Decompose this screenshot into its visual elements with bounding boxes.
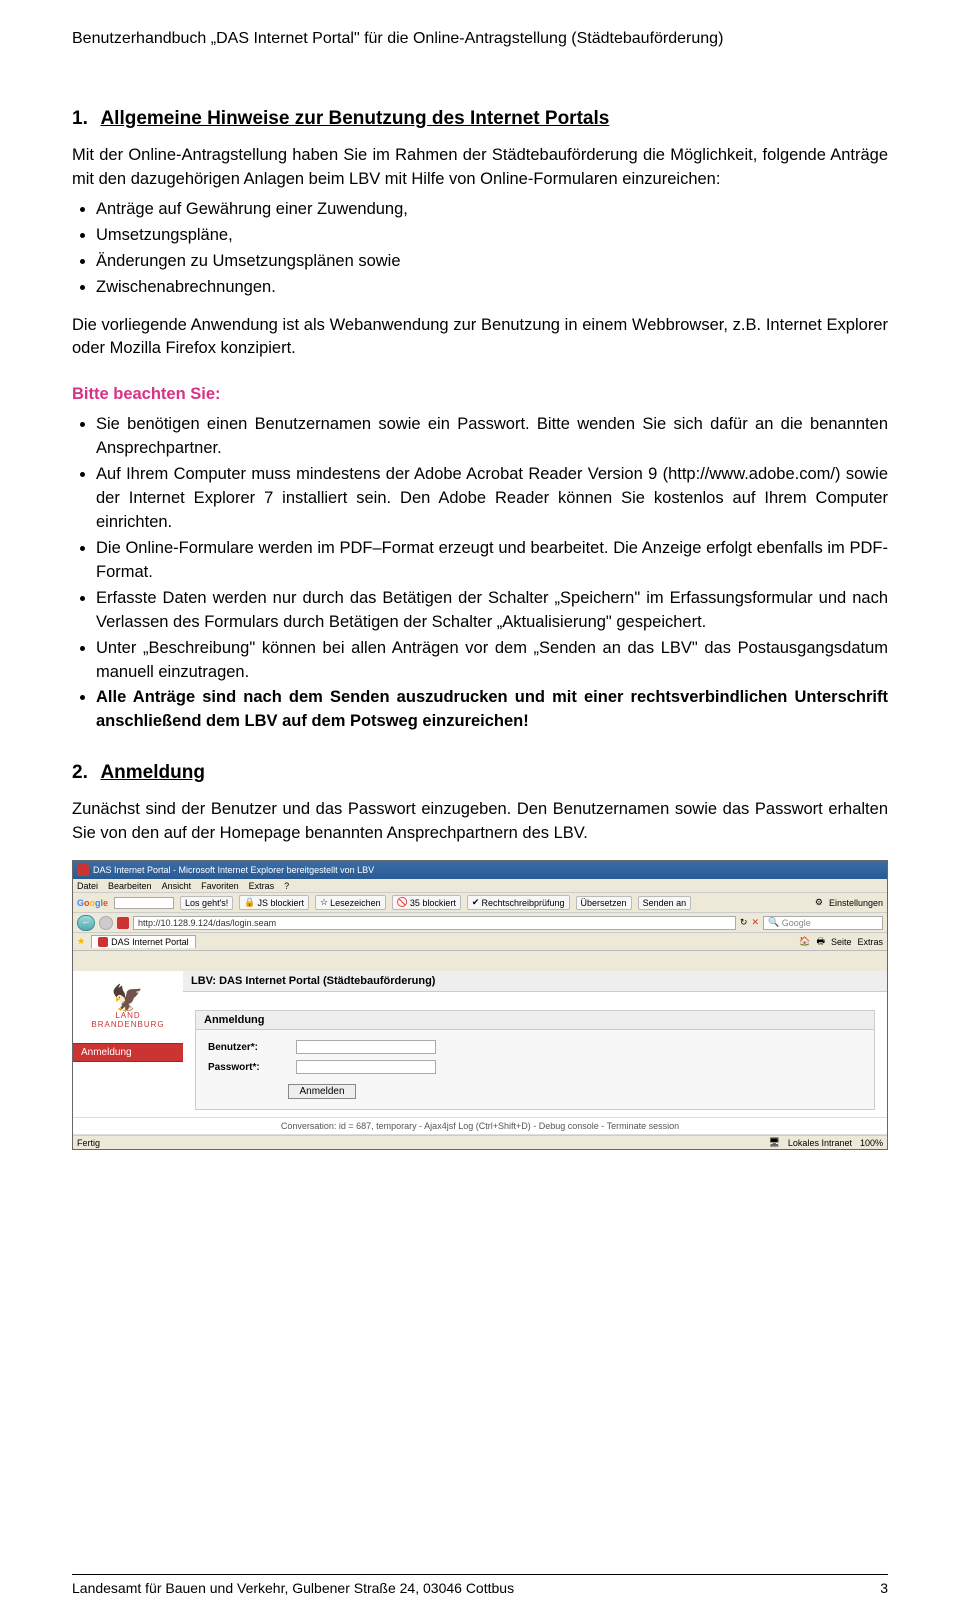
- back-button[interactable]: ←: [77, 915, 95, 931]
- document-page: Benutzerhandbuch „DAS Internet Portal" f…: [0, 0, 960, 1616]
- google-search-input[interactable]: [114, 897, 174, 909]
- zone-icon: 🖥: [768, 1137, 779, 1148]
- menu-item[interactable]: Extras: [249, 881, 275, 891]
- toolbar-settings[interactable]: Einstellungen: [829, 898, 883, 908]
- toolbar-button[interactable]: 🔒 JS blockiert: [239, 895, 309, 910]
- print-icon[interactable]: 🖶: [816, 934, 825, 950]
- brandenburg-logo: 🦅 LAND BRANDENBURG: [73, 971, 183, 1043]
- login-form: Benutzer*: Passwort*: Anmelden: [196, 1030, 874, 1109]
- list-item: Änderungen zu Umsetzungsplänen sowie: [96, 250, 888, 274]
- list-item: Erfasste Daten werden nur durch das Betä…: [96, 587, 888, 635]
- tools-menu[interactable]: Extras: [857, 937, 883, 947]
- embedded-screenshot: DAS Internet Portal - Microsoft Internet…: [72, 860, 888, 1150]
- page-footer: Landesamt für Bauen und Verkehr, Gulbene…: [72, 1580, 888, 1596]
- list-item: Alle Anträge sind nach dem Senden auszud…: [96, 686, 888, 734]
- running-header: Benutzerhandbuch „DAS Internet Portal" f…: [72, 30, 888, 48]
- list-item: Auf Ihrem Computer muss mindestens der A…: [96, 463, 888, 535]
- password-input[interactable]: [296, 1060, 436, 1074]
- section-1-number: 1.: [72, 108, 88, 129]
- toolbar-button[interactable]: ☆ Lesezeichen: [315, 895, 386, 910]
- tab-bar: ★ DAS Internet Portal 🏠 🖶 Seite Extras: [73, 933, 887, 951]
- menu-item[interactable]: Ansicht: [162, 881, 192, 891]
- menu-bar: Datei Bearbeiten Ansicht Favoriten Extra…: [73, 879, 887, 893]
- menu-item[interactable]: Bearbeiten: [108, 881, 152, 891]
- eagle-icon: 🦅: [111, 985, 144, 1011]
- section-2-heading: 2. Anmeldung: [72, 762, 888, 784]
- page-menu[interactable]: Seite: [831, 937, 852, 947]
- section-2-para: Zunächst sind der Benutzer und das Passw…: [72, 798, 888, 846]
- toolbar-button[interactable]: Senden an: [638, 896, 692, 910]
- list-item: Umsetzungspläne,: [96, 224, 888, 248]
- address-input[interactable]: http://10.128.9.124/das/login.seam: [133, 916, 736, 930]
- tab-active[interactable]: DAS Internet Portal: [91, 935, 196, 948]
- login-button[interactable]: Anmelden: [288, 1084, 355, 1099]
- status-bar: Fertig 🖥 Lokales Intranet 100%: [73, 1135, 887, 1149]
- portal-header: LBV: DAS Internet Portal (Städtebauförde…: [183, 971, 887, 992]
- section-2-title: Anmeldung: [100, 762, 205, 783]
- section-2-number: 2.: [72, 762, 88, 783]
- forward-button[interactable]: [99, 916, 113, 930]
- page-icon: [117, 917, 129, 929]
- page-number: 3: [880, 1580, 888, 1596]
- stop-button[interactable]: ✕: [751, 917, 759, 928]
- google-toolbar: Google Los geht's! 🔒 JS blockiert ☆ Lese…: [73, 893, 887, 913]
- zone-text: Lokales Intranet: [788, 1138, 852, 1148]
- menu-item[interactable]: ?: [284, 881, 289, 891]
- section-1-list-b: Sie benötigen einen Benutzernamen sowie …: [96, 413, 888, 734]
- section-1-para2: Die vorliegende Anwendung ist als Webanw…: [72, 314, 888, 362]
- user-label: Benutzer*:: [208, 1042, 288, 1053]
- list-item: Die Online-Formulare werden im PDF–Forma…: [96, 537, 888, 585]
- toolbar-button[interactable]: 🚫 35 blockiert: [392, 895, 461, 910]
- menu-item[interactable]: Datei: [77, 881, 98, 891]
- login-panel-header: Anmeldung: [196, 1011, 874, 1030]
- list-item: Zwischenabrechnungen.: [96, 276, 888, 300]
- toolbar-button[interactable]: Übersetzen: [576, 896, 632, 910]
- list-item: Unter „Beschreibung" können bei allen An…: [96, 637, 888, 685]
- refresh-button[interactable]: ↻: [740, 917, 748, 928]
- footer-left: Landesamt für Bauen und Verkehr, Gulbene…: [72, 1580, 514, 1596]
- notice-heading: Bitte beachten Sie:: [72, 383, 888, 407]
- page-content: 🦅 LAND BRANDENBURG Anmeldung LBV: DAS In…: [73, 971, 887, 1119]
- list-item: Sie benötigen einen Benutzernamen sowie …: [96, 413, 888, 461]
- status-text: Fertig: [77, 1138, 100, 1148]
- portal-sidebar: 🦅 LAND BRANDENBURG Anmeldung: [73, 971, 183, 1119]
- section-1-heading: 1. Allgemeine Hinweise zur Benutzung des…: [72, 108, 888, 130]
- toolbar-button[interactable]: Los geht's!: [180, 896, 233, 910]
- section-1-intro: Mit der Online-Antragstellung haben Sie …: [72, 144, 888, 192]
- sidebar-item-anmeldung[interactable]: Anmeldung: [73, 1043, 183, 1062]
- google-logo-icon: Google: [77, 898, 108, 908]
- username-input[interactable]: [296, 1040, 436, 1054]
- login-panel: Anmeldung Benutzer*: Passwort*: Anmelden: [195, 1010, 875, 1110]
- browser-search-input[interactable]: 🔍 Google: [763, 916, 883, 930]
- home-icon[interactable]: 🏠: [799, 936, 810, 947]
- search-icon: 🔍: [768, 917, 779, 928]
- app-icon: [77, 864, 89, 876]
- menu-item[interactable]: Favoriten: [201, 881, 239, 891]
- favorites-star-icon[interactable]: ★: [77, 936, 85, 947]
- gear-icon[interactable]: ⚙: [815, 897, 823, 908]
- debug-footer: Conversation: id = 687, temporary - Ajax…: [73, 1117, 887, 1135]
- zoom-text: 100%: [860, 1138, 883, 1148]
- list-item: Anträge auf Gewährung einer Zuwendung,: [96, 198, 888, 222]
- tab-icon: [98, 937, 108, 947]
- address-bar-row: ← http://10.128.9.124/das/login.seam ↻ ✕…: [73, 913, 887, 933]
- window-title: DAS Internet Portal - Microsoft Internet…: [93, 865, 374, 875]
- section-1-title: Allgemeine Hinweise zur Benutzung des In…: [100, 108, 609, 129]
- footer-rule: [72, 1574, 888, 1575]
- window-titlebar: DAS Internet Portal - Microsoft Internet…: [73, 861, 887, 879]
- pass-label: Passwort*:: [208, 1062, 288, 1073]
- section-1-list-a: Anträge auf Gewährung einer Zuwendung, U…: [96, 198, 888, 300]
- portal-main: LBV: DAS Internet Portal (Städtebauförde…: [183, 971, 887, 1119]
- toolbar-button[interactable]: ✔ Rechtschreibprüfung: [467, 895, 570, 910]
